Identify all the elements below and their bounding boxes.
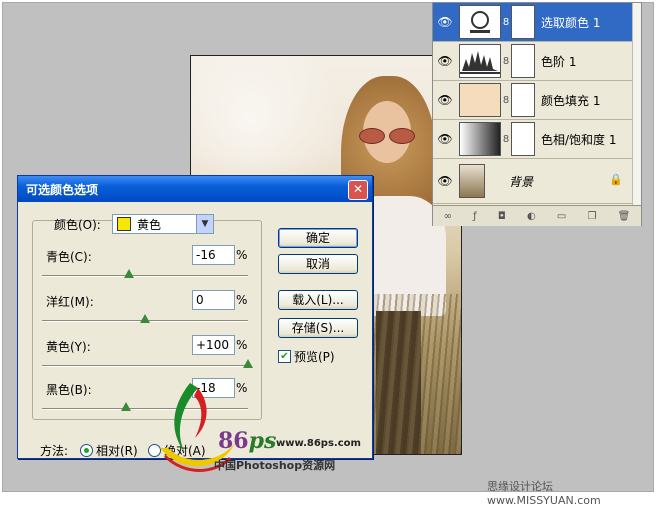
layer-row-hue-saturation[interactable]: 👁 8 色相/饱和度 1 [433,120,641,159]
delete-layer-icon[interactable]: 🗑 [618,211,631,222]
layer-name: 选取颜色 1 [541,15,601,30]
colors-label: 颜色(O): [54,218,101,232]
close-button[interactable]: ✕ [348,180,368,200]
link-icon[interactable]: 8 [501,56,511,67]
layer-mask-thumb[interactable] [511,83,535,117]
ok-button[interactable]: 确定 [278,228,358,248]
dialog-title: 可选颜色选项 [26,182,99,197]
adjustment-layer-icon[interactable]: ◐ [527,211,536,222]
layer-mask-thumb[interactable] [511,44,535,78]
eye-icon[interactable]: 👁 [433,162,457,200]
watermark-brand: 86ps [218,428,276,454]
cyan-slider-track[interactable] [42,275,248,277]
cyan-label: 青色(C): [46,250,92,264]
link-layers-icon[interactable]: ∞ [444,211,452,222]
yellow-slider-track[interactable] [42,365,248,367]
magenta-slider-thumb[interactable] [140,314,150,323]
cyan-input[interactable]: -16 [192,245,235,265]
cyan-slider-thumb[interactable] [123,269,134,278]
chevron-down-icon[interactable]: ▼ [196,215,213,233]
lock-icon: 🔒 [609,173,623,186]
magenta-label: 洋红(M): [46,295,94,309]
link-icon[interactable]: 8 [501,17,511,28]
relative-label: 相对(R) [96,444,138,458]
black-slider-thumb[interactable] [121,402,132,411]
color-swatch [117,217,131,231]
layer-row-levels[interactable]: 👁 8 色阶 1 [433,42,641,81]
layer-name: 颜色填充 1 [541,93,601,108]
watermark-footer: 思缘设计论坛 www.MISSYUAN.com [487,480,601,507]
watermark-site-name: 中国Photoshop资源网 [214,459,336,472]
layer-name: 色阶 1 [541,54,577,69]
save-button[interactable]: 存储(S)... [278,318,358,338]
link-icon[interactable]: 8 [501,134,511,145]
relative-radio[interactable] [80,444,93,457]
layer-row-selective-color[interactable]: 👁 8 选取颜色 1 [433,3,641,42]
brand-number: 86 [218,428,249,454]
colors-select[interactable]: 黄色 ▼ [112,214,214,234]
brand-letter: ps [248,428,277,454]
layers-scrollbar[interactable] [632,3,641,205]
yellow-input[interactable]: +100 [192,335,235,355]
magenta-unit: % [236,293,248,307]
eye-icon[interactable]: 👁 [433,81,457,119]
eye-icon[interactable]: 👁 [433,42,457,80]
layer-row-background[interactable]: 👁 背景 🔒 [433,159,641,204]
cyan-unit: % [236,248,248,262]
layer-mask-thumb[interactable] [511,122,535,156]
link-icon[interactable]: 8 [501,95,511,106]
add-mask-icon[interactable]: ◘ [498,211,506,222]
black-label: 黑色(B): [46,383,92,397]
yellow-unit: % [236,338,248,352]
magenta-input[interactable]: 0 [192,290,235,310]
layer-name: 色相/饱和度 1 [541,132,617,147]
eye-icon[interactable]: 👁 [433,120,457,158]
gradient-icon [459,122,501,156]
fill-swatch [459,83,501,117]
yellow-slider-thumb[interactable] [243,359,253,368]
new-group-icon[interactable]: ▭ [557,211,566,222]
colors-select-value: 黄色 [137,217,162,232]
layers-panel: 👁 8 选取颜色 1 👁 8 色阶 1 👁 8 颜色填充 1 👁 8 色相/饱和… [432,2,642,226]
histogram-icon [459,44,501,78]
watermark-url: www.86ps.com [276,438,361,449]
layers-toolbar: ∞ ƒ ◘ ◐ ▭ ❐ 🗑 [433,205,641,226]
new-layer-icon[interactable]: ❐ [588,211,597,222]
method-label: 方法: [40,444,69,458]
layer-style-icon[interactable]: ƒ [473,211,477,222]
adjustment-icon [459,5,501,39]
layer-name: 背景 [509,174,534,189]
photo-sunglasses [359,128,415,144]
yellow-label: 黄色(Y): [46,340,91,354]
load-button[interactable]: 载入(L)... [278,290,358,310]
eye-icon[interactable]: 👁 [433,3,457,41]
layer-row-color-fill[interactable]: 👁 8 颜色填充 1 [433,81,641,120]
cancel-button[interactable]: 取消 [278,254,358,274]
photo-thumb [459,164,485,198]
dialog-titlebar[interactable]: 可选颜色选项 [18,176,372,202]
layer-mask-thumb[interactable] [511,5,535,39]
preview-label: 预览(P) [294,350,335,364]
preview-checkbox[interactable]: ✔ [278,350,291,363]
